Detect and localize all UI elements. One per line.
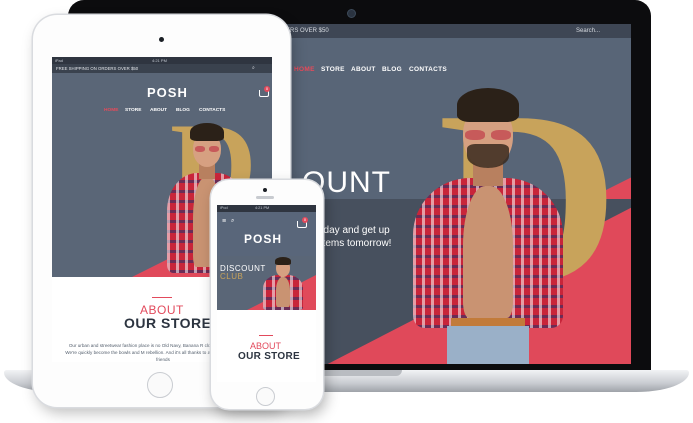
tablet-about-rule [152, 297, 172, 298]
phone-home-button[interactable] [256, 387, 275, 406]
hero-model-image [413, 86, 563, 364]
phone-our-store-title: OUR STORE [238, 351, 300, 362]
phone-clock: 4:21 PM [255, 206, 270, 210]
search-link[interactable]: Search... [576, 28, 600, 34]
tablet-home-button[interactable] [147, 372, 173, 398]
phone-status-bar: iPod 4:21 PM [217, 205, 316, 212]
cart-count-badge: 0 [264, 86, 270, 92]
phone-about-rule [259, 335, 273, 336]
tablet-nav-about[interactable]: ABOUT [150, 108, 167, 113]
search-icon[interactable]: ⌕ [252, 65, 255, 71]
nav-about[interactable]: ABOUT [351, 66, 376, 73]
search-icon[interactable]: ⌕ [231, 218, 234, 225]
phone-model-image [263, 257, 303, 310]
nav-blog[interactable]: BLOG [382, 66, 402, 73]
nav-store[interactable]: STORE [321, 66, 345, 73]
phone-logo[interactable]: POSH [244, 232, 282, 246]
hero-subtext-2: g items tomorrow! [312, 238, 392, 249]
phone-camera [263, 188, 267, 192]
shipping-notice: ERS OVER $50 [286, 28, 329, 34]
tablet-nav-store[interactable]: STORE [125, 108, 141, 113]
tablet-shipping-notice: FREE SHIPPING ON ORDERS OVER $50 [56, 66, 139, 71]
tablet-nav-home[interactable]: HOME [104, 108, 118, 113]
hero-subtext-1: oday and get up [318, 225, 390, 236]
tablet-our-store-title: OUR STORE [124, 315, 212, 331]
phone-speaker [256, 196, 274, 199]
tablet-device-label: iPad [55, 58, 64, 63]
phone-cart-count-badge: 0 [302, 217, 308, 223]
tablet-top-bar: FREE SHIPPING ON ORDERS OVER $50 ⌕ [52, 64, 272, 73]
tablet-status-bar: iPad 4:21 PM [52, 57, 272, 64]
tablet-clock: 4:21 PM [152, 58, 167, 63]
tablet-camera [159, 37, 164, 42]
nav-contacts[interactable]: CONTACTS [409, 66, 447, 73]
phone-club-text: CLUB [220, 272, 244, 281]
nav-home[interactable]: HOME [294, 66, 315, 73]
phone-about-title: ABOUT [250, 341, 282, 351]
laptop-camera [347, 9, 356, 18]
menu-icon[interactable]: ≡ [222, 218, 226, 225]
phone-screen: iPod 4:21 PM ≡ ⌕ 0 POSH DISCOUNT CLUB AB… [217, 205, 316, 382]
phone-device-label: iPod [220, 206, 228, 210]
phone-discount-club: DISCOUNT CLUB [220, 265, 266, 281]
